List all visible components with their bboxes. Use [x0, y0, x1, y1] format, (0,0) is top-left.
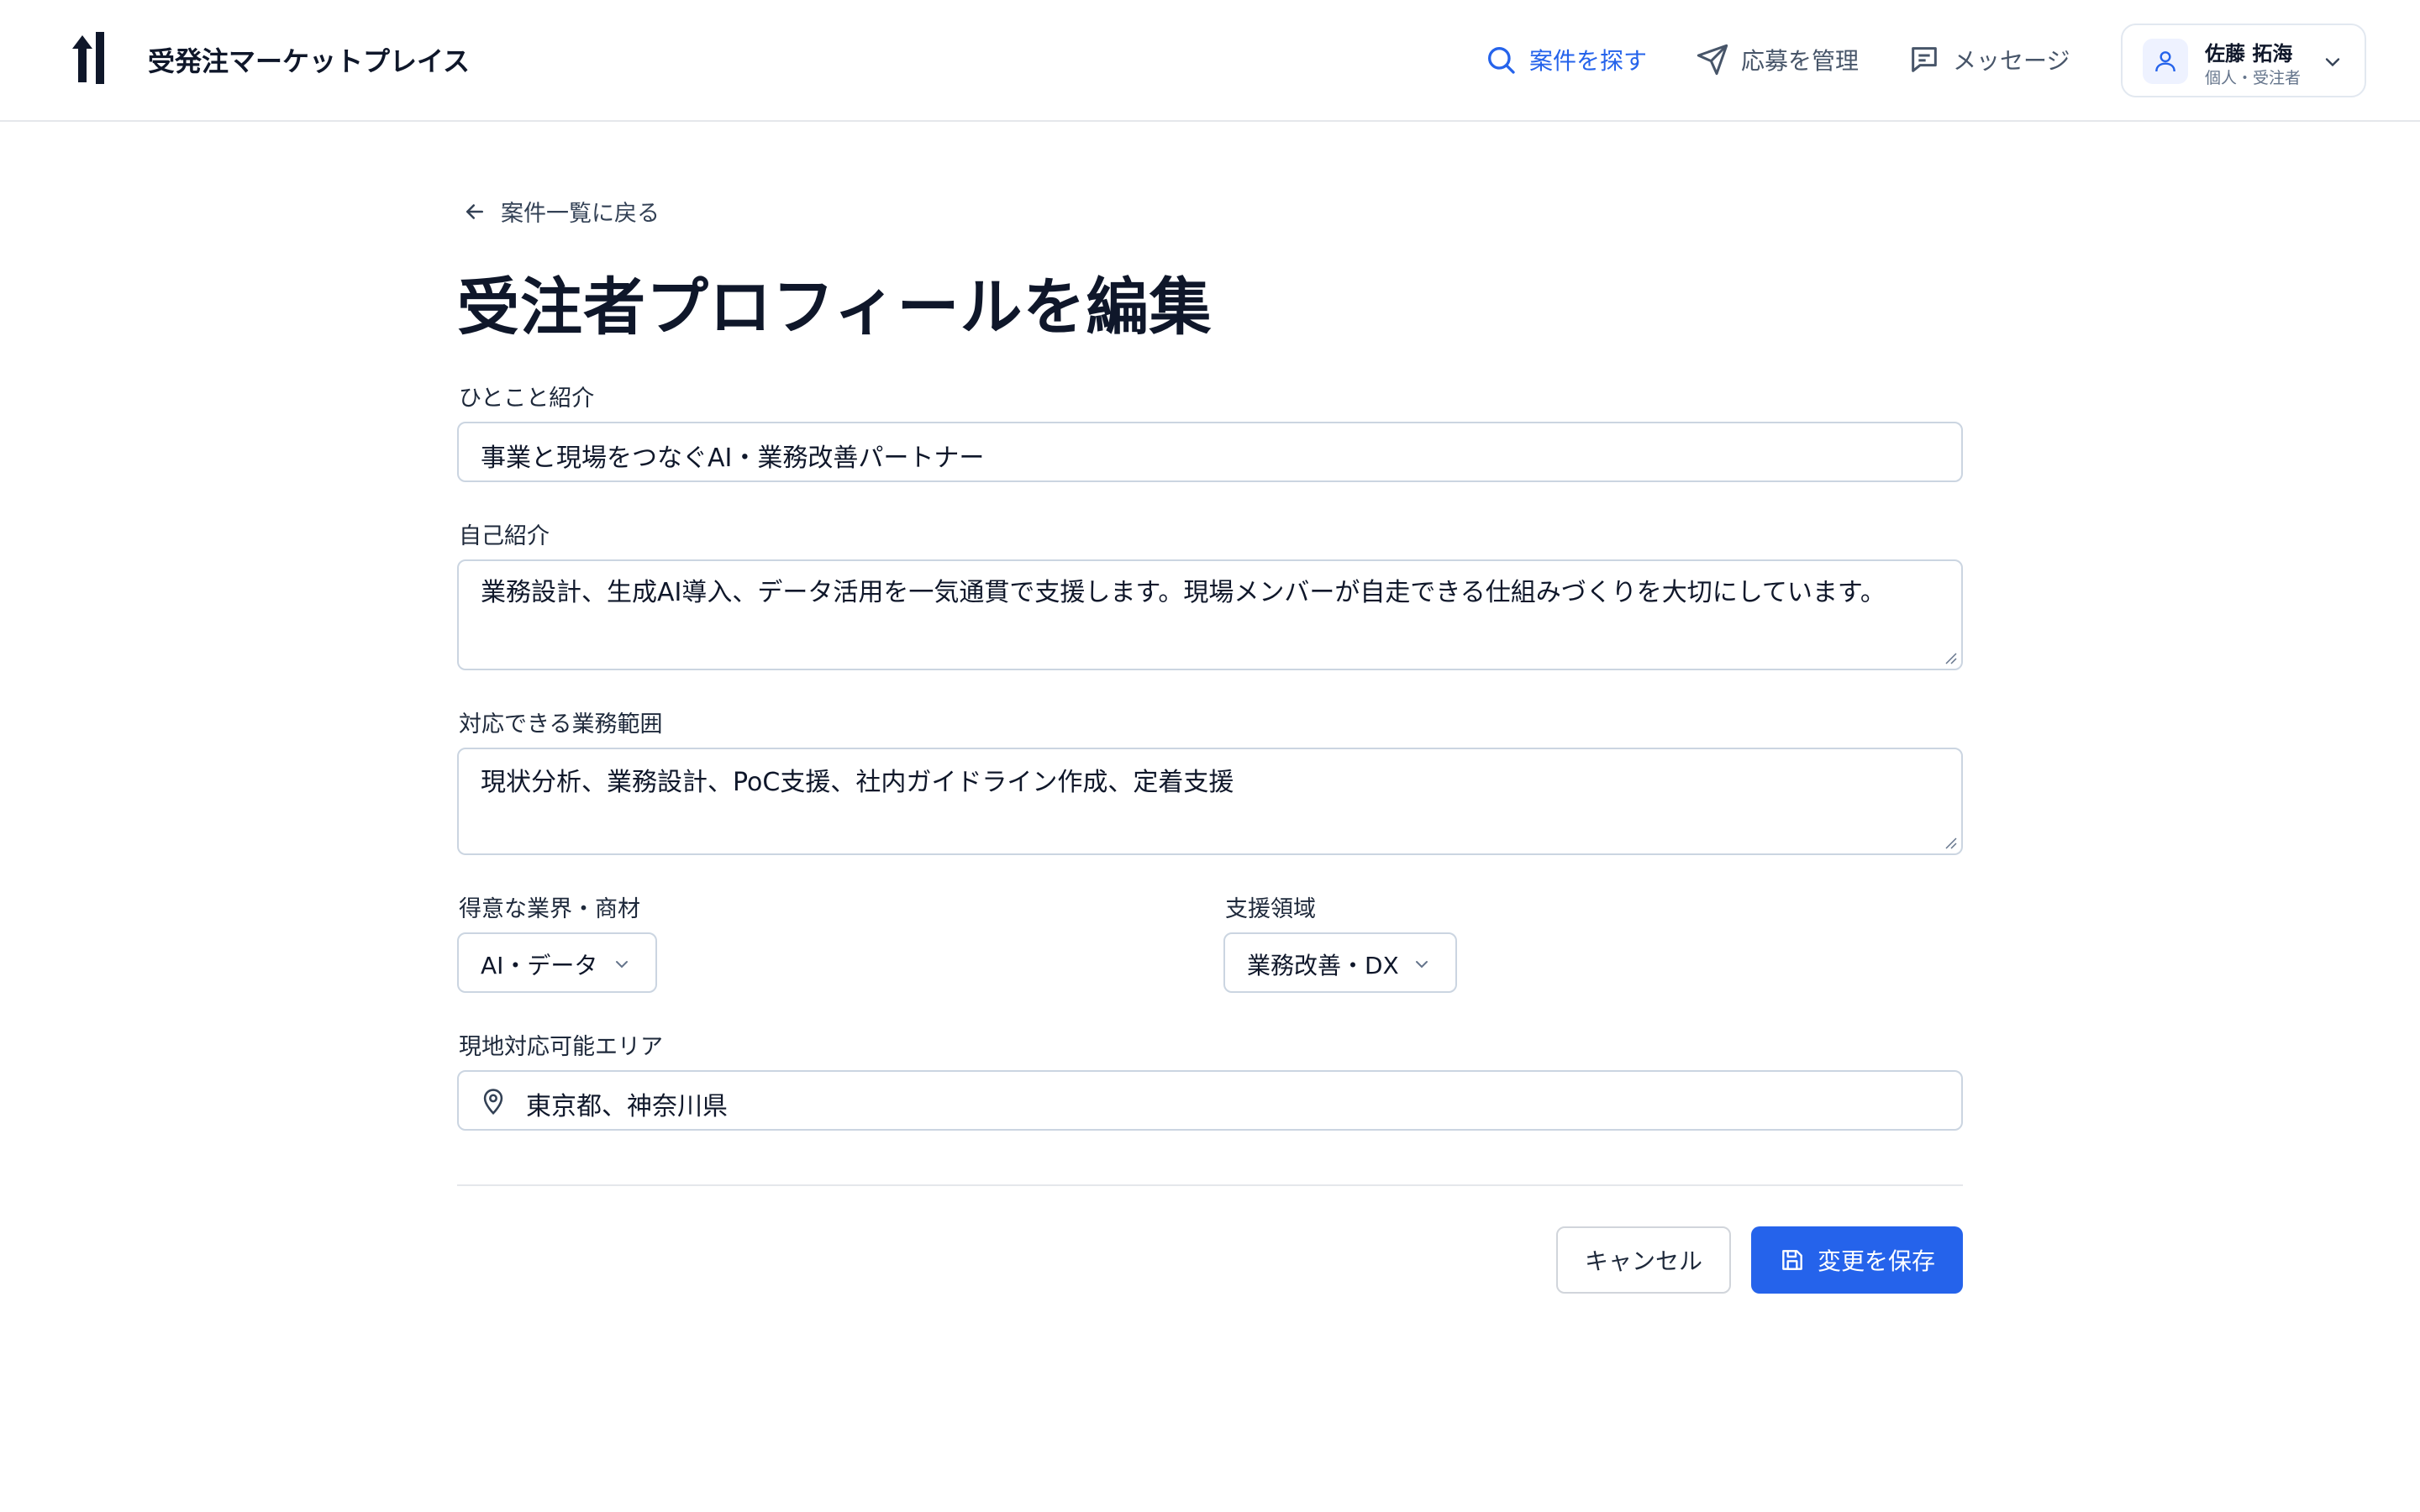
page-title: 受注者プロフィールを編集 [457, 271, 1213, 344]
support-area-select[interactable]: 業務改善・DX [1223, 932, 1457, 993]
chevron-down-icon [2325, 58, 2340, 67]
nav-messages[interactable]: メッセージ [1907, 39, 2070, 81]
top-header: 受発注マーケットプレイス 案件を探す 応募を管理 メッセージ 佐藤 拓海 個人・… [0, 0, 2420, 122]
save-changes-button[interactable]: 変更を保存 [1751, 1226, 1963, 1294]
bio-label: 自己紹介 [459, 523, 550, 549]
cancel-button[interactable]: キャンセル [1556, 1226, 1731, 1294]
arrow-left-icon [466, 203, 483, 219]
bio-textarea[interactable]: 業務設計、生成AI導入、データ活用を一気通貫で支援します。現場メンバーが自走でき… [457, 559, 1963, 670]
resize-handle-icon[interactable] [1943, 650, 1958, 665]
logo-icon[interactable] [71, 30, 109, 87]
onsite-area-value: 東京都、神奈川県 [526, 1092, 728, 1121]
user-role: 個人・受注者 [2205, 69, 2302, 87]
tagline-value: 事業と現場をつなぐAI・業務改善パートナー [481, 444, 985, 473]
support-area-value: 業務改善・DX [1247, 952, 1399, 979]
app-name[interactable]: 受発注マーケットプレイス [148, 40, 470, 79]
industry-value: AI・データ [481, 952, 598, 979]
scope-label: 対応できる業務範囲 [459, 711, 663, 738]
user-name: 佐藤 拓海 [2205, 42, 2293, 66]
send-icon [1697, 44, 1728, 76]
search-icon [1488, 47, 1515, 74]
scope-textarea[interactable]: 現状分析、業務設計、PoC支援、社内ガイドライン作成、定着支援 [457, 748, 1963, 855]
message-icon [1912, 47, 1937, 72]
back-link-label: 案件一覧に戻る [501, 201, 660, 227]
nav-manage-applications[interactable]: 応募を管理 [1696, 39, 1859, 81]
bio-value: 業務設計、生成AI導入、データ活用を一気通貫で支援します。現場メンバーが自走でき… [481, 578, 1886, 607]
cancel-button-label: キャンセル [1584, 1247, 1702, 1275]
industry-label: 得意な業界・商材 [459, 896, 640, 922]
chevron-down-icon [1416, 961, 1428, 969]
map-pin-icon [483, 1089, 503, 1115]
industry-select[interactable]: AI・データ [457, 932, 657, 993]
form-divider [457, 1184, 1963, 1186]
tagline-label: ひとこと紹介 [459, 386, 595, 412]
chevron-down-icon [616, 961, 628, 969]
nav-label: 案件を探す [1529, 47, 1648, 75]
back-to-projects-link[interactable]: 案件一覧に戻る [462, 195, 660, 228]
nav-find-projects[interactable]: 案件を探す [1484, 39, 1647, 81]
scope-value: 現状分析、業務設計、PoC支援、社内ガイドライン作成、定着支援 [481, 768, 1234, 797]
support-area-label: 支援領域 [1225, 896, 1316, 922]
save-button-label: 変更を保存 [1817, 1247, 1935, 1275]
nav-label: メッセージ [1953, 47, 2070, 75]
avatar [2143, 39, 2188, 84]
nav-label: 応募を管理 [1741, 47, 1860, 75]
onsite-area-input[interactable]: 東京都、神奈川県 [457, 1070, 1963, 1131]
user-icon [2155, 51, 2175, 72]
user-menu-button[interactable]: 佐藤 拓海 個人・受注者 [2121, 24, 2366, 97]
resize-handle-icon[interactable] [1943, 835, 1958, 850]
save-icon [1782, 1250, 1802, 1270]
tagline-input[interactable]: 事業と現場をつなぐAI・業務改善パートナー [457, 422, 1963, 482]
onsite-area-label: 現地対応可能エリア [459, 1034, 663, 1060]
